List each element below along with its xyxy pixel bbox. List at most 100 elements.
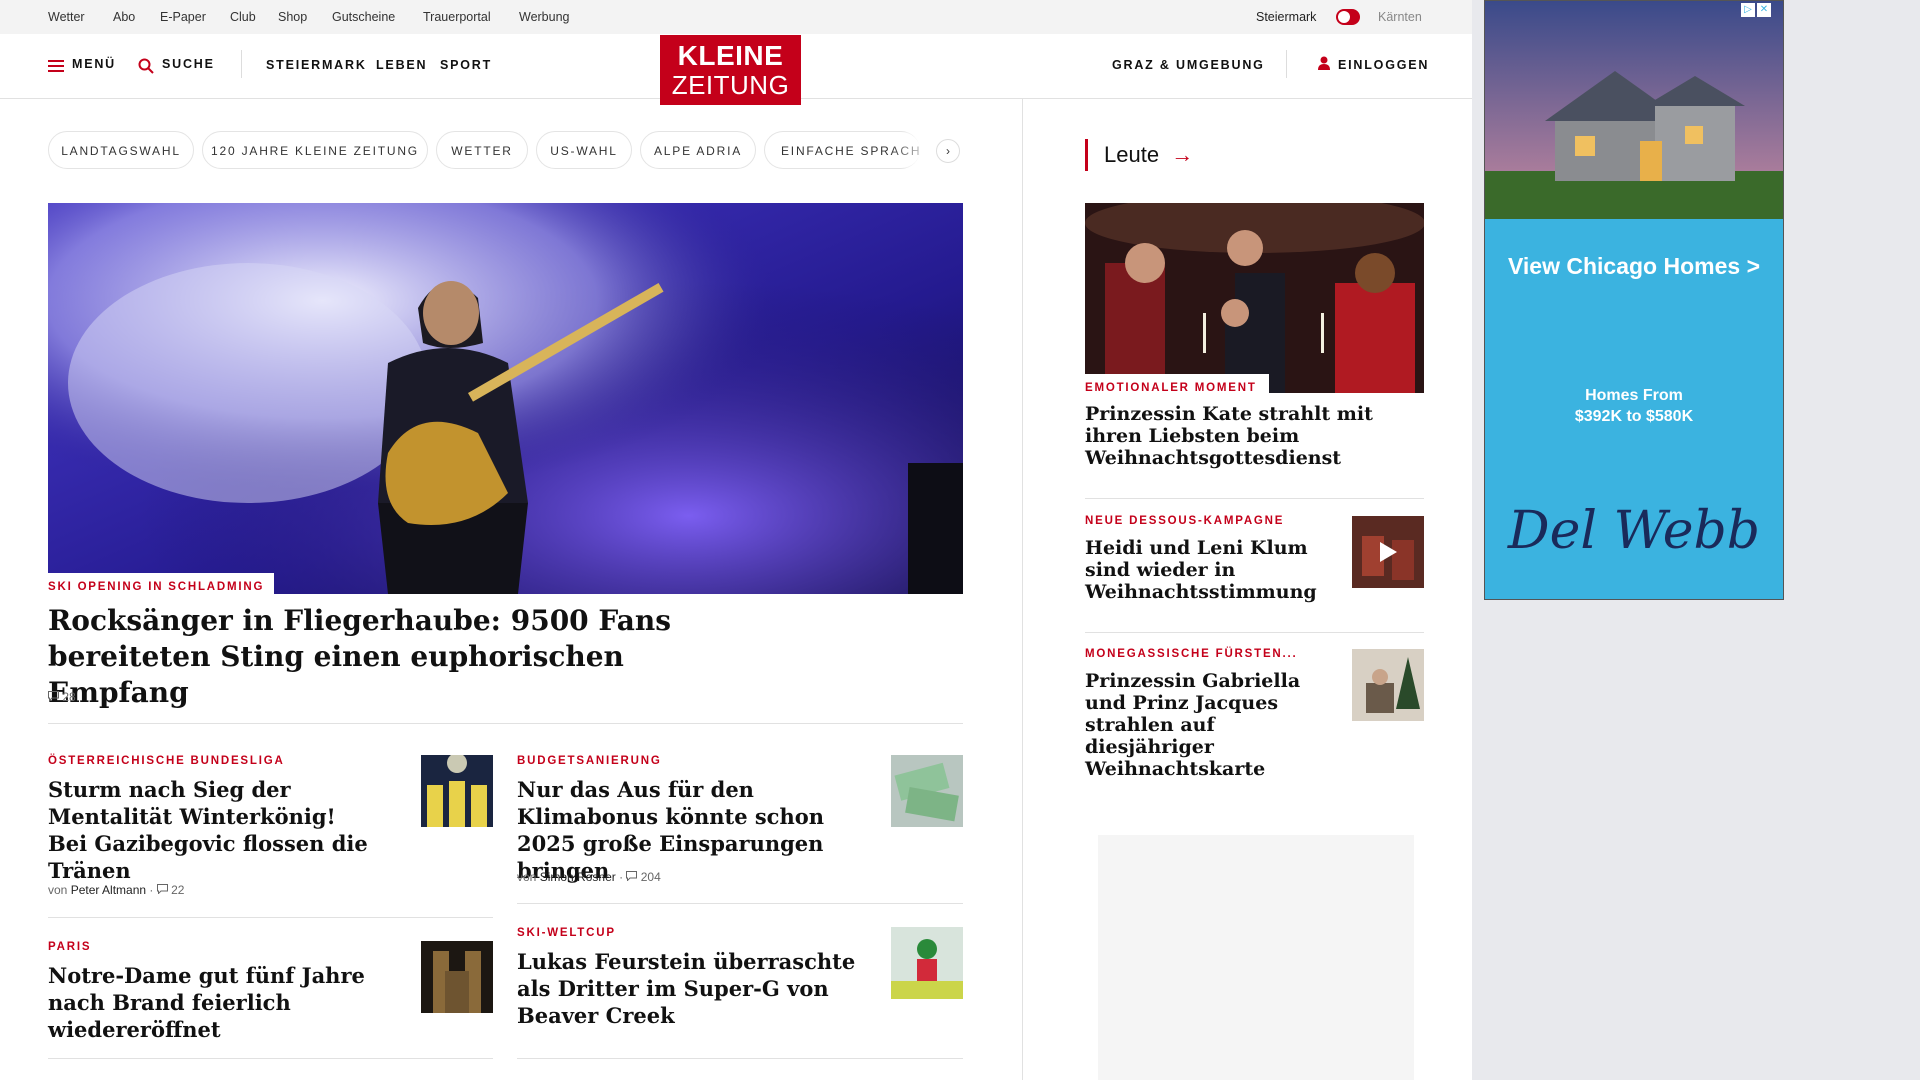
chip-alpe-adria[interactable]: ALPE ADRIA bbox=[640, 131, 756, 169]
leute-title: Leute bbox=[1104, 142, 1160, 167]
login-label: EINLOGGEN bbox=[1338, 58, 1430, 72]
news-site: Wetter Abo E-Paper Club Shop Gutscheine … bbox=[0, 0, 1472, 1080]
util-link-trauerportal[interactable]: Trauerportal bbox=[423, 10, 491, 24]
article-author[interactable]: Peter Altmann bbox=[71, 883, 146, 897]
christmas-card-photo bbox=[1352, 649, 1424, 721]
concert-photo bbox=[48, 203, 963, 594]
article-card[interactable]: PARIS Notre-Dame gut fünf Jahre nach Bra… bbox=[48, 941, 398, 1043]
lead-kicker-box: EMOTIONALER MOMENT bbox=[1085, 374, 1269, 399]
sidebar-item-thumbnail[interactable] bbox=[1352, 649, 1424, 721]
util-link-abo[interactable]: Abo bbox=[113, 10, 135, 24]
hero-image[interactable] bbox=[48, 203, 963, 594]
main-header: MENÜ SUCHE STEIERMARK LEBEN SPORT KLEINE… bbox=[0, 34, 1472, 105]
sidebar-item[interactable]: MONEGASSISCHE FÜRSTEN... Prinzessin Gabr… bbox=[1085, 648, 1335, 780]
article-divider bbox=[517, 903, 963, 904]
site-logo[interactable]: KLEINE ZEITUNG bbox=[660, 35, 801, 105]
article-divider bbox=[48, 917, 493, 918]
hero-comments[interactable]: 28 bbox=[48, 690, 76, 704]
article-comment-count[interactable]: 22 bbox=[171, 883, 184, 897]
hero-divider bbox=[48, 723, 963, 724]
hero-headline[interactable]: Rocksänger in Fliegerhaube: 9500 Fans be… bbox=[48, 603, 748, 711]
article-kicker: ÖSTERREICHISCHE BUNDESLIGA bbox=[48, 755, 285, 767]
util-link-gutscheine[interactable]: Gutscheine bbox=[332, 10, 395, 24]
comment-icon bbox=[626, 871, 638, 882]
hamburger-icon bbox=[48, 60, 64, 72]
house-photo bbox=[1485, 1, 1783, 219]
article-headline: Nur das Aus für den Klimabonus könnte sc… bbox=[517, 777, 825, 883]
article-comment-count[interactable]: 204 bbox=[641, 870, 661, 884]
article-divider bbox=[517, 1058, 963, 1059]
nav-sport[interactable]: SPORT bbox=[440, 58, 492, 72]
article-thumbnail[interactable] bbox=[891, 927, 963, 999]
util-link-werbung[interactable]: Werbung bbox=[519, 10, 570, 24]
lead-headline[interactable]: Prinzessin Kate strahlt mit ihren Liebst… bbox=[1085, 403, 1385, 469]
sidebar-item[interactable]: NEUE DESSOUS-KAMPAGNE Heidi und Leni Klu… bbox=[1085, 515, 1335, 603]
region-steiermark[interactable]: Steiermark bbox=[1256, 10, 1316, 24]
region-kaernten[interactable]: Kärnten bbox=[1378, 10, 1422, 24]
region-selector[interactable]: GRAZ & UMGEBUNG bbox=[1112, 58, 1265, 72]
header-divider-right bbox=[1286, 50, 1287, 78]
logo-line2: ZEITUNG bbox=[671, 70, 790, 100]
menu-label: MENÜ bbox=[72, 57, 117, 71]
advertisement[interactable]: ▷ ✕ View Chicago Homes > Homes From $392… bbox=[1484, 0, 1784, 600]
close-icon[interactable]: ✕ bbox=[1757, 3, 1771, 17]
chip-120-jahre[interactable]: 120 JAHRE KLEINE ZEITUNG bbox=[202, 131, 428, 169]
user-icon bbox=[1318, 56, 1330, 70]
search-icon bbox=[138, 58, 154, 74]
chip-us-wahl[interactable]: US-WAHL bbox=[536, 131, 632, 169]
article-meta: von Peter Altmann · 22 bbox=[48, 883, 185, 897]
ad-placeholder bbox=[1098, 835, 1414, 1080]
sidebar-divider bbox=[1085, 632, 1424, 633]
sidebar-item-kicker: MONEGASSISCHE FÜRSTEN... bbox=[1085, 648, 1298, 660]
article-card[interactable]: BUDGETSANIERUNG Nur das Aus für den Klim… bbox=[517, 755, 867, 884]
chip-landtagswahl[interactable]: LANDTAGSWAHL bbox=[48, 131, 194, 169]
article-kicker: PARIS bbox=[48, 941, 92, 953]
arrow-right-icon: → bbox=[1171, 142, 1194, 167]
search-label: SUCHE bbox=[162, 57, 215, 71]
toggle-knob bbox=[1338, 11, 1350, 23]
hero-kicker: SKI OPENING IN SCHLADMING bbox=[48, 581, 265, 593]
article-author[interactable]: Simon Rosner bbox=[540, 870, 616, 884]
sidebar-lead-image[interactable] bbox=[1085, 203, 1424, 393]
nav-steiermark[interactable]: STEIERMARK bbox=[266, 58, 367, 72]
chevron-right-icon[interactable]: › bbox=[936, 139, 960, 163]
skier-photo bbox=[891, 927, 963, 999]
football-photo bbox=[421, 755, 493, 827]
util-link-shop[interactable]: Shop bbox=[278, 10, 307, 24]
sidebar-item-kicker: NEUE DESSOUS-KAMPAGNE bbox=[1085, 515, 1285, 527]
region-toggle[interactable] bbox=[1336, 9, 1360, 25]
util-link-club[interactable]: Club bbox=[230, 10, 256, 24]
article-card[interactable]: ÖSTERREICHISCHE BUNDESLIGA Sturm nach Si… bbox=[48, 755, 378, 884]
adchoices-icon[interactable]: ▷ bbox=[1741, 3, 1755, 17]
util-link-epaper[interactable]: E-Paper bbox=[160, 10, 206, 24]
article-by: von bbox=[517, 870, 537, 884]
sidebar-video-thumbnail[interactable] bbox=[1352, 516, 1424, 588]
ad-price-line2: $392K to $580K bbox=[1574, 408, 1694, 425]
chip-wetter[interactable]: WETTER bbox=[436, 131, 528, 169]
sidebar-item-headline: Prinzessin Gabriella und Prinz Jacques s… bbox=[1085, 670, 1301, 780]
comment-icon bbox=[48, 691, 59, 702]
ad-price-line1: Homes From bbox=[1585, 387, 1683, 404]
utility-bar: Wetter Abo E-Paper Club Shop Gutscheine … bbox=[0, 0, 1472, 34]
hero-kicker-box: SKI OPENING IN SCHLADMING bbox=[48, 573, 275, 598]
article-thumbnail[interactable] bbox=[891, 755, 963, 827]
ad-cta[interactable]: View Chicago Homes > bbox=[1485, 253, 1783, 280]
play-icon bbox=[1380, 542, 1397, 562]
article-headline: Sturm nach Sieg der Mentalität Winterkön… bbox=[48, 777, 368, 883]
notre-dame-photo bbox=[421, 941, 493, 1013]
article-card[interactable]: SKI-WELTCUP Lukas Feurstein überraschte … bbox=[517, 927, 867, 1029]
chip-fade bbox=[890, 132, 934, 168]
article-meta: von Simon Rosner · 204 bbox=[517, 870, 661, 884]
article-divider bbox=[48, 1058, 493, 1059]
hero-comment-count: 28 bbox=[62, 690, 76, 704]
article-thumbnail[interactable] bbox=[421, 755, 493, 827]
article-kicker: SKI-WELTCUP bbox=[517, 927, 616, 939]
money-photo bbox=[891, 755, 963, 827]
nav-leben[interactable]: LEBEN bbox=[376, 58, 427, 72]
article-headline: Lukas Feurstein überraschte als Dritter … bbox=[517, 949, 856, 1028]
header-divider bbox=[241, 50, 242, 78]
leute-section-link[interactable]: Leute → bbox=[1104, 142, 1193, 168]
ad-brand-logo: Del Webb bbox=[1507, 501, 1761, 561]
article-thumbnail[interactable] bbox=[421, 941, 493, 1013]
util-link-wetter[interactable]: Wetter bbox=[48, 10, 85, 24]
